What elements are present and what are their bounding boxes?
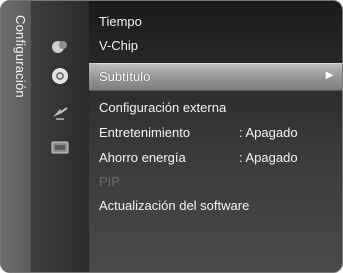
menu-item-tiempo[interactable]: Tiempo xyxy=(99,14,142,29)
menu-item-entretenimiento[interactable]: Entretenimiento : Apagado xyxy=(99,125,298,140)
menu-item-label: Subtítulo xyxy=(99,69,151,84)
menu-item-value: : Apagado xyxy=(239,150,298,165)
menu-item-actualizacion-software[interactable]: Actualización del software xyxy=(99,198,249,213)
settings-gear-icon[interactable] xyxy=(50,66,70,86)
menu-item-label: Configuración externa xyxy=(99,100,227,115)
menu-item-label: PIP xyxy=(99,174,120,189)
category-tab[interactable]: Configuración xyxy=(1,1,32,272)
input-source-icon[interactable] xyxy=(50,137,70,157)
category-label: Configuración xyxy=(13,15,28,98)
menu-item-label: Ahorro energía xyxy=(99,150,186,165)
picture-icon[interactable] xyxy=(50,37,70,57)
tv-menu-screen: Configuración Tiempo V-Chip Subtítulo ► … xyxy=(0,0,343,273)
satellite-dish-icon[interactable] xyxy=(50,103,70,123)
menu-item-pip: PIP xyxy=(99,174,120,189)
settings-menu: Tiempo V-Chip Subtítulo ► Configuración … xyxy=(89,1,342,272)
menu-item-label: V-Chip xyxy=(99,38,139,53)
menu-item-value: : Apagado xyxy=(239,125,298,140)
category-icon-column xyxy=(31,1,89,272)
menu-item-label: Entretenimiento xyxy=(99,125,191,140)
menu-item-subtitulo[interactable]: Subtítulo ► xyxy=(89,63,342,91)
submenu-arrow-icon: ► xyxy=(323,67,336,82)
menu-item-label: Tiempo xyxy=(99,14,142,29)
menu-item-v-chip[interactable]: V-Chip xyxy=(99,38,138,53)
menu-item-ahorro-energia[interactable]: Ahorro energía : Apagado xyxy=(99,150,298,165)
menu-item-label: Actualización del software xyxy=(99,198,250,213)
menu-item-configuracion-externa[interactable]: Configuración externa xyxy=(99,100,226,115)
